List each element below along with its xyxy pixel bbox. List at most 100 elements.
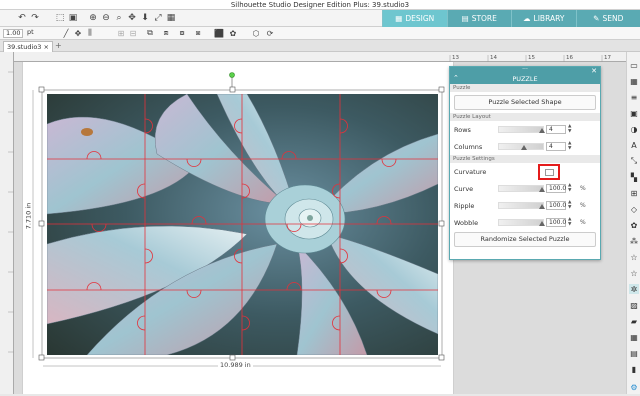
rows-input[interactable]: 4 bbox=[546, 125, 566, 134]
text-icon[interactable]: A bbox=[629, 140, 639, 150]
gradient-icon[interactable]: ◑ bbox=[629, 124, 639, 134]
percent-unit: % bbox=[580, 219, 586, 226]
ripple-slider[interactable] bbox=[498, 202, 544, 209]
wobble-slider[interactable] bbox=[498, 219, 544, 226]
columns-label: Columns bbox=[454, 143, 482, 151]
wobble-row: Wobble 100.0 ▲▼ % bbox=[450, 214, 600, 231]
left-ruler bbox=[0, 52, 14, 394]
slider-thumb[interactable] bbox=[539, 204, 545, 209]
library-pane-icon[interactable]: ▦ bbox=[629, 332, 639, 342]
add-tab-button[interactable]: + bbox=[55, 42, 63, 50]
tab-library[interactable]: ☁LIBRARY bbox=[511, 10, 576, 27]
replicate-icon[interactable]: ▚ bbox=[629, 172, 639, 182]
columns-input[interactable]: 4 bbox=[546, 142, 566, 151]
wobble-spinner-icon[interactable]: ▲▼ bbox=[568, 217, 571, 227]
slider-thumb[interactable] bbox=[521, 145, 527, 150]
align-icon[interactable]: ⊞ bbox=[629, 188, 639, 198]
rows-spinner-icon[interactable]: ▲▼ bbox=[568, 124, 571, 134]
ungroup-icon[interactable]: ⊟ bbox=[127, 27, 139, 39]
rows-slider[interactable] bbox=[498, 126, 544, 133]
subtract-icon[interactable]: ⧈ bbox=[160, 27, 172, 39]
page-setup-icon[interactable]: ▭ bbox=[629, 60, 639, 70]
deselect-icon[interactable]: ▣ bbox=[67, 12, 79, 24]
trace-icon[interactable]: ✿ bbox=[629, 220, 639, 230]
grid-icon[interactable]: ▦ bbox=[629, 76, 639, 86]
ruler-label: 15 bbox=[528, 55, 535, 61]
fill-color-icon[interactable]: ▣ bbox=[629, 108, 639, 118]
curve-input[interactable]: 100.0 bbox=[546, 184, 566, 193]
fill-icon[interactable]: ⬛ bbox=[213, 27, 225, 39]
ripple-spinner-icon[interactable]: ▲▼ bbox=[568, 200, 571, 210]
height-dimension: 7.710 in bbox=[24, 201, 32, 232]
grid-view-icon[interactable]: ▦ bbox=[165, 12, 177, 24]
redo-icon[interactable]: ↷ bbox=[29, 12, 41, 24]
top-ruler: 1314151617 bbox=[14, 52, 626, 62]
store-icon: ▤ bbox=[462, 14, 469, 23]
curve-spinner-icon[interactable]: ▲▼ bbox=[568, 183, 571, 193]
section-puzzle: Puzzle bbox=[450, 84, 600, 92]
eraser-icon[interactable]: ▰ bbox=[629, 316, 639, 326]
pixscan-icon[interactable]: ▤ bbox=[629, 348, 639, 358]
wobble-input[interactable]: 100.0 bbox=[546, 218, 566, 227]
flower-icon[interactable]: ✿ bbox=[227, 27, 239, 39]
shape-3d-icon[interactable]: ⬡ bbox=[250, 27, 262, 39]
crop-icon[interactable]: ⧆ bbox=[192, 27, 204, 39]
ripple-input[interactable]: 100.0 bbox=[546, 201, 566, 210]
puzzle-icon[interactable]: ✲ bbox=[629, 284, 639, 294]
undo-icon[interactable]: ↶ bbox=[16, 12, 28, 24]
document-tabs: 39.studio3 × + bbox=[0, 40, 640, 52]
weld-icon[interactable]: ⧉ bbox=[144, 27, 156, 39]
line-width-input[interactable]: 1.00 bbox=[3, 29, 23, 38]
slider-thumb[interactable] bbox=[539, 187, 545, 192]
zoom-select-icon[interactable]: ⌕ bbox=[113, 12, 125, 24]
columns-spinner-icon[interactable]: ▲▼ bbox=[568, 141, 571, 151]
section-puzzle-layout: Puzzle Layout bbox=[450, 113, 600, 121]
close-panel-icon[interactable]: ✕ bbox=[591, 67, 597, 75]
columns-slider[interactable] bbox=[498, 143, 544, 150]
window-title: Silhouette Studio Designer Edition Plus:… bbox=[0, 1, 640, 9]
select-all-icon[interactable]: ⬚ bbox=[54, 12, 66, 24]
tab-send[interactable]: ✎SEND bbox=[576, 10, 640, 27]
send-icon: ✎ bbox=[593, 14, 599, 23]
print-cut-icon[interactable]: ▮ bbox=[629, 364, 639, 374]
slider-thumb[interactable] bbox=[539, 128, 545, 133]
slider-thumb[interactable] bbox=[539, 221, 545, 226]
zoom-fit-icon[interactable]: ⤢ bbox=[152, 12, 164, 24]
intersect-icon[interactable]: ⧇ bbox=[176, 27, 188, 39]
settings-gear-icon[interactable]: ⚙ bbox=[629, 382, 639, 392]
curvature-checkbox[interactable] bbox=[545, 169, 554, 176]
right-toolbar: ▭ ▦ ≡ ▣ ◑ A ⤡ ▚ ⊞ ◇ ✿ ⁂ ☆ ☆ ✲ ▨ ▰ ▦ ▤ ▮ … bbox=[626, 52, 640, 394]
zoom-out-icon[interactable]: ⊖ bbox=[100, 12, 112, 24]
puzzle-panel: ··· ✕ ⌃ PUZZLE Puzzle Puzzle Selected Sh… bbox=[449, 66, 601, 260]
line-tool-icon[interactable]: ╱ bbox=[60, 27, 72, 39]
randomize-puzzle-button[interactable]: Randomize Selected Puzzle bbox=[454, 232, 596, 247]
rhinestone-icon[interactable]: ⁂ bbox=[629, 236, 639, 246]
pan-icon[interactable]: ✥ bbox=[126, 12, 138, 24]
close-tab-icon[interactable]: × bbox=[44, 43, 49, 51]
line-unit-label: pt bbox=[25, 29, 39, 38]
sketch-icon[interactable]: ☆ bbox=[629, 252, 639, 262]
percent-unit: % bbox=[580, 185, 586, 192]
fit-page-icon[interactable]: ⬇ bbox=[139, 12, 151, 24]
group-icon[interactable]: ⊞ bbox=[115, 27, 127, 39]
selection-handles bbox=[39, 87, 444, 360]
curve-slider[interactable] bbox=[498, 185, 544, 192]
nesting-icon[interactable]: ▨ bbox=[629, 300, 639, 310]
nav-tabs: ▦DESIGN ▤STORE ☁LIBRARY ✎SEND bbox=[382, 10, 640, 27]
layers-icon[interactable]: ☆ bbox=[629, 268, 639, 278]
puzzle-selected-shape-button[interactable]: Puzzle Selected Shape bbox=[454, 95, 596, 110]
puzzle-panel-header[interactable]: ··· ✕ ⌃ PUZZLE bbox=[450, 67, 600, 84]
zoom-in-icon[interactable]: ⊕ bbox=[87, 12, 99, 24]
panel-grip[interactable]: ··· bbox=[450, 67, 600, 73]
tab-design[interactable]: ▦DESIGN bbox=[382, 10, 447, 27]
top-ruler-ticks: 1314151617 bbox=[14, 52, 626, 62]
document-tab[interactable]: 39.studio3 × bbox=[3, 41, 53, 52]
tab-store[interactable]: ▤STORE bbox=[447, 10, 512, 27]
wobble-label: Wobble bbox=[454, 219, 478, 227]
replicate-icon[interactable]: ⟳ bbox=[264, 27, 276, 39]
transform-icon[interactable]: ⤡ bbox=[629, 156, 639, 166]
align-icon[interactable]: ⫼ bbox=[84, 27, 96, 39]
move-icon[interactable]: ✥ bbox=[72, 27, 84, 39]
line-style-icon[interactable]: ≡ bbox=[629, 92, 639, 102]
offset-icon[interactable]: ◇ bbox=[629, 204, 639, 214]
